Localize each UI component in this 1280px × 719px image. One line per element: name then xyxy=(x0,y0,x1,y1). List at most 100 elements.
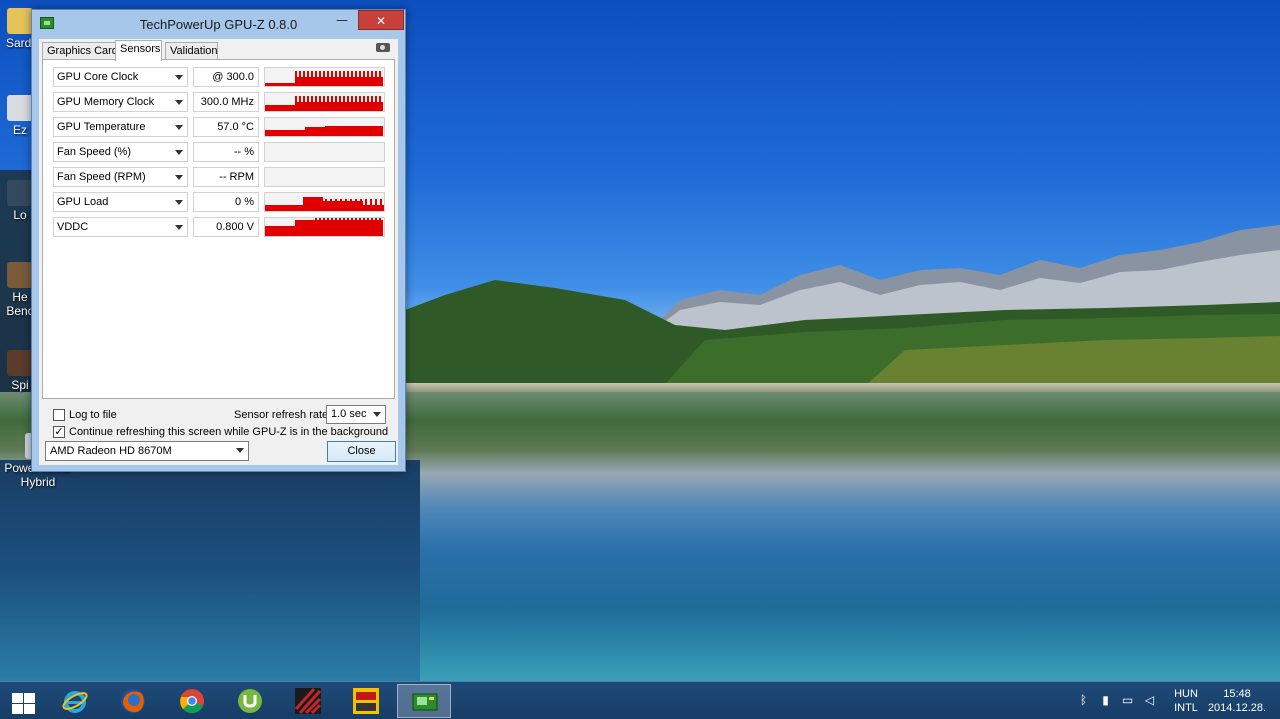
gpuz-window: TechPowerUp GPU-Z 0.8.0 — ☐ ✕ Graphics C… xyxy=(31,9,406,472)
graphics-card-select[interactable]: AMD Radeon HD 8670M xyxy=(45,441,249,461)
gpuz-taskbar-icon xyxy=(412,693,438,711)
close-button[interactable]: Close xyxy=(327,441,396,462)
tab-sensors[interactable]: Sensors xyxy=(115,40,162,61)
sensors-panel: GPU Core Clock @ 300.0 GPU Memory Clock … xyxy=(42,59,395,399)
sensor-select[interactable]: Fan Speed (RPM) xyxy=(53,167,188,187)
network-icon[interactable]: ▭ xyxy=(1121,694,1134,707)
taskbar-utorrent[interactable] xyxy=(223,684,277,718)
graph-bar xyxy=(381,77,383,86)
chevron-down-icon xyxy=(175,200,183,205)
taskbar-chrome[interactable] xyxy=(165,684,219,718)
log-to-file-label: Log to file xyxy=(69,409,117,421)
sensor-select[interactable]: GPU Memory Clock xyxy=(53,92,188,112)
continue-refresh-checkbox[interactable]: ✓ xyxy=(53,426,65,438)
clock-time: 15:48 xyxy=(1223,688,1251,700)
sensor-graph xyxy=(264,142,385,162)
sensor-value: 0.800 V xyxy=(193,217,259,237)
chevron-down-icon xyxy=(175,225,183,230)
chevron-down-icon xyxy=(373,412,381,417)
wallpaper-forest xyxy=(405,280,1280,395)
sensor-name: GPU Load xyxy=(57,196,109,208)
bluetooth-icon[interactable]: ᛒ xyxy=(1077,694,1090,707)
refresh-rate-value: 1.0 sec xyxy=(331,408,367,420)
graph-bar xyxy=(381,224,383,236)
window-client: Graphics Card Sensors Validation GPU Cor… xyxy=(39,39,398,465)
camera-icon[interactable] xyxy=(376,43,390,52)
sensor-row-fan-rpm: Fan Speed (RPM) -- RPM xyxy=(53,167,388,187)
app-icon xyxy=(7,350,33,376)
sensor-select[interactable]: Fan Speed (%) xyxy=(53,142,188,162)
close-window-button[interactable]: ✕ xyxy=(358,10,404,30)
sensor-graph xyxy=(264,167,385,187)
sensor-row-vddc: VDDC 0.800 V xyxy=(53,217,388,237)
sensor-select[interactable]: GPU Core Clock xyxy=(53,67,188,87)
clock[interactable]: 15:48 2014.12.28. xyxy=(1205,687,1269,715)
sensor-select[interactable]: VDDC xyxy=(53,217,188,237)
sensor-select[interactable]: GPU Temperature xyxy=(53,117,188,137)
sensor-value: 300.0 MHz xyxy=(193,92,259,112)
sensor-row-memory-clock: GPU Memory Clock 300.0 MHz xyxy=(53,92,388,112)
sensor-graph xyxy=(264,192,385,212)
language-indicator[interactable]: HUN INTL xyxy=(1170,687,1202,715)
sensor-value: -- % xyxy=(193,142,259,162)
sensor-value: @ 300.0 xyxy=(193,67,259,87)
refresh-rate-select[interactable]: 1.0 sec xyxy=(326,405,386,424)
firefox-icon xyxy=(121,689,145,713)
taskbar-firefox[interactable] xyxy=(106,684,160,718)
sensor-row-gpu-load: GPU Load 0 % xyxy=(53,192,388,212)
folder-icon xyxy=(7,8,33,34)
tab-graphics-card[interactable]: Graphics Card xyxy=(42,42,118,60)
sensor-graph xyxy=(264,217,385,237)
sensor-row-temperature: GPU Temperature 57.0 °C xyxy=(53,117,388,137)
chevron-down-icon xyxy=(175,100,183,105)
power-icon[interactable]: ▮ xyxy=(1099,694,1112,707)
chevron-down-icon xyxy=(236,448,244,453)
sensor-name: VDDC xyxy=(57,221,89,233)
chevron-down-icon xyxy=(175,125,183,130)
taskbar-gpuz[interactable] xyxy=(397,684,451,718)
striped-app-icon xyxy=(294,687,322,715)
volume-icon[interactable]: ◁ xyxy=(1143,694,1156,707)
log-to-file-checkbox[interactable] xyxy=(53,409,65,421)
sensor-name: GPU Core Clock xyxy=(57,71,139,83)
taskbar-internet-explorer[interactable] xyxy=(48,684,102,718)
taskbar: ᛒ ▮ ▭ ◁ HUN INTL 15:48 2014.12.28. xyxy=(0,681,1280,719)
app-icon xyxy=(7,95,33,121)
language-code: HUN xyxy=(1174,688,1198,700)
sensor-graph xyxy=(264,92,385,112)
graphics-card-value: AMD Radeon HD 8670M xyxy=(50,445,172,457)
chevron-down-icon xyxy=(175,150,183,155)
sensor-value: 57.0 °C xyxy=(193,117,259,137)
sensor-value: -- RPM xyxy=(193,167,259,187)
graph-bar xyxy=(265,105,295,111)
benchmark-icon xyxy=(7,262,33,288)
app-icon xyxy=(7,180,33,206)
taskbar-striped-app[interactable] xyxy=(281,684,335,718)
utorrent-icon xyxy=(238,689,262,713)
graph-bar xyxy=(265,83,295,86)
title-bar[interactable]: TechPowerUp GPU-Z 0.8.0 — ☐ ✕ xyxy=(32,10,405,38)
sensor-select[interactable]: GPU Load xyxy=(53,192,188,212)
sensor-name: Fan Speed (%) xyxy=(57,146,131,158)
continue-refresh-label: Continue refreshing this screen while GP… xyxy=(69,426,389,438)
minimize-button[interactable]: — xyxy=(329,10,355,30)
sensor-value: 0 % xyxy=(193,192,259,212)
sensor-name: GPU Temperature xyxy=(57,121,146,133)
sensor-name: GPU Memory Clock xyxy=(57,96,155,108)
start-button[interactable] xyxy=(0,684,54,718)
chrome-icon xyxy=(180,689,204,714)
sensor-graph xyxy=(264,117,385,137)
graph-bar xyxy=(265,205,325,211)
graph-bar xyxy=(382,205,384,211)
graph-bar xyxy=(325,126,383,136)
chevron-down-icon xyxy=(175,175,183,180)
sensor-row-fan-percent: Fan Speed (%) -- % xyxy=(53,142,388,162)
graph-bar xyxy=(265,226,315,236)
tab-validation[interactable]: Validation xyxy=(165,42,218,60)
keyboard-layout: INTL xyxy=(1174,702,1198,714)
taskbar-f1-game[interactable] xyxy=(339,684,393,718)
internet-explorer-icon xyxy=(62,691,88,713)
windows-logo-icon xyxy=(12,693,36,715)
chevron-down-icon xyxy=(175,75,183,80)
f1-game-icon xyxy=(353,688,379,714)
